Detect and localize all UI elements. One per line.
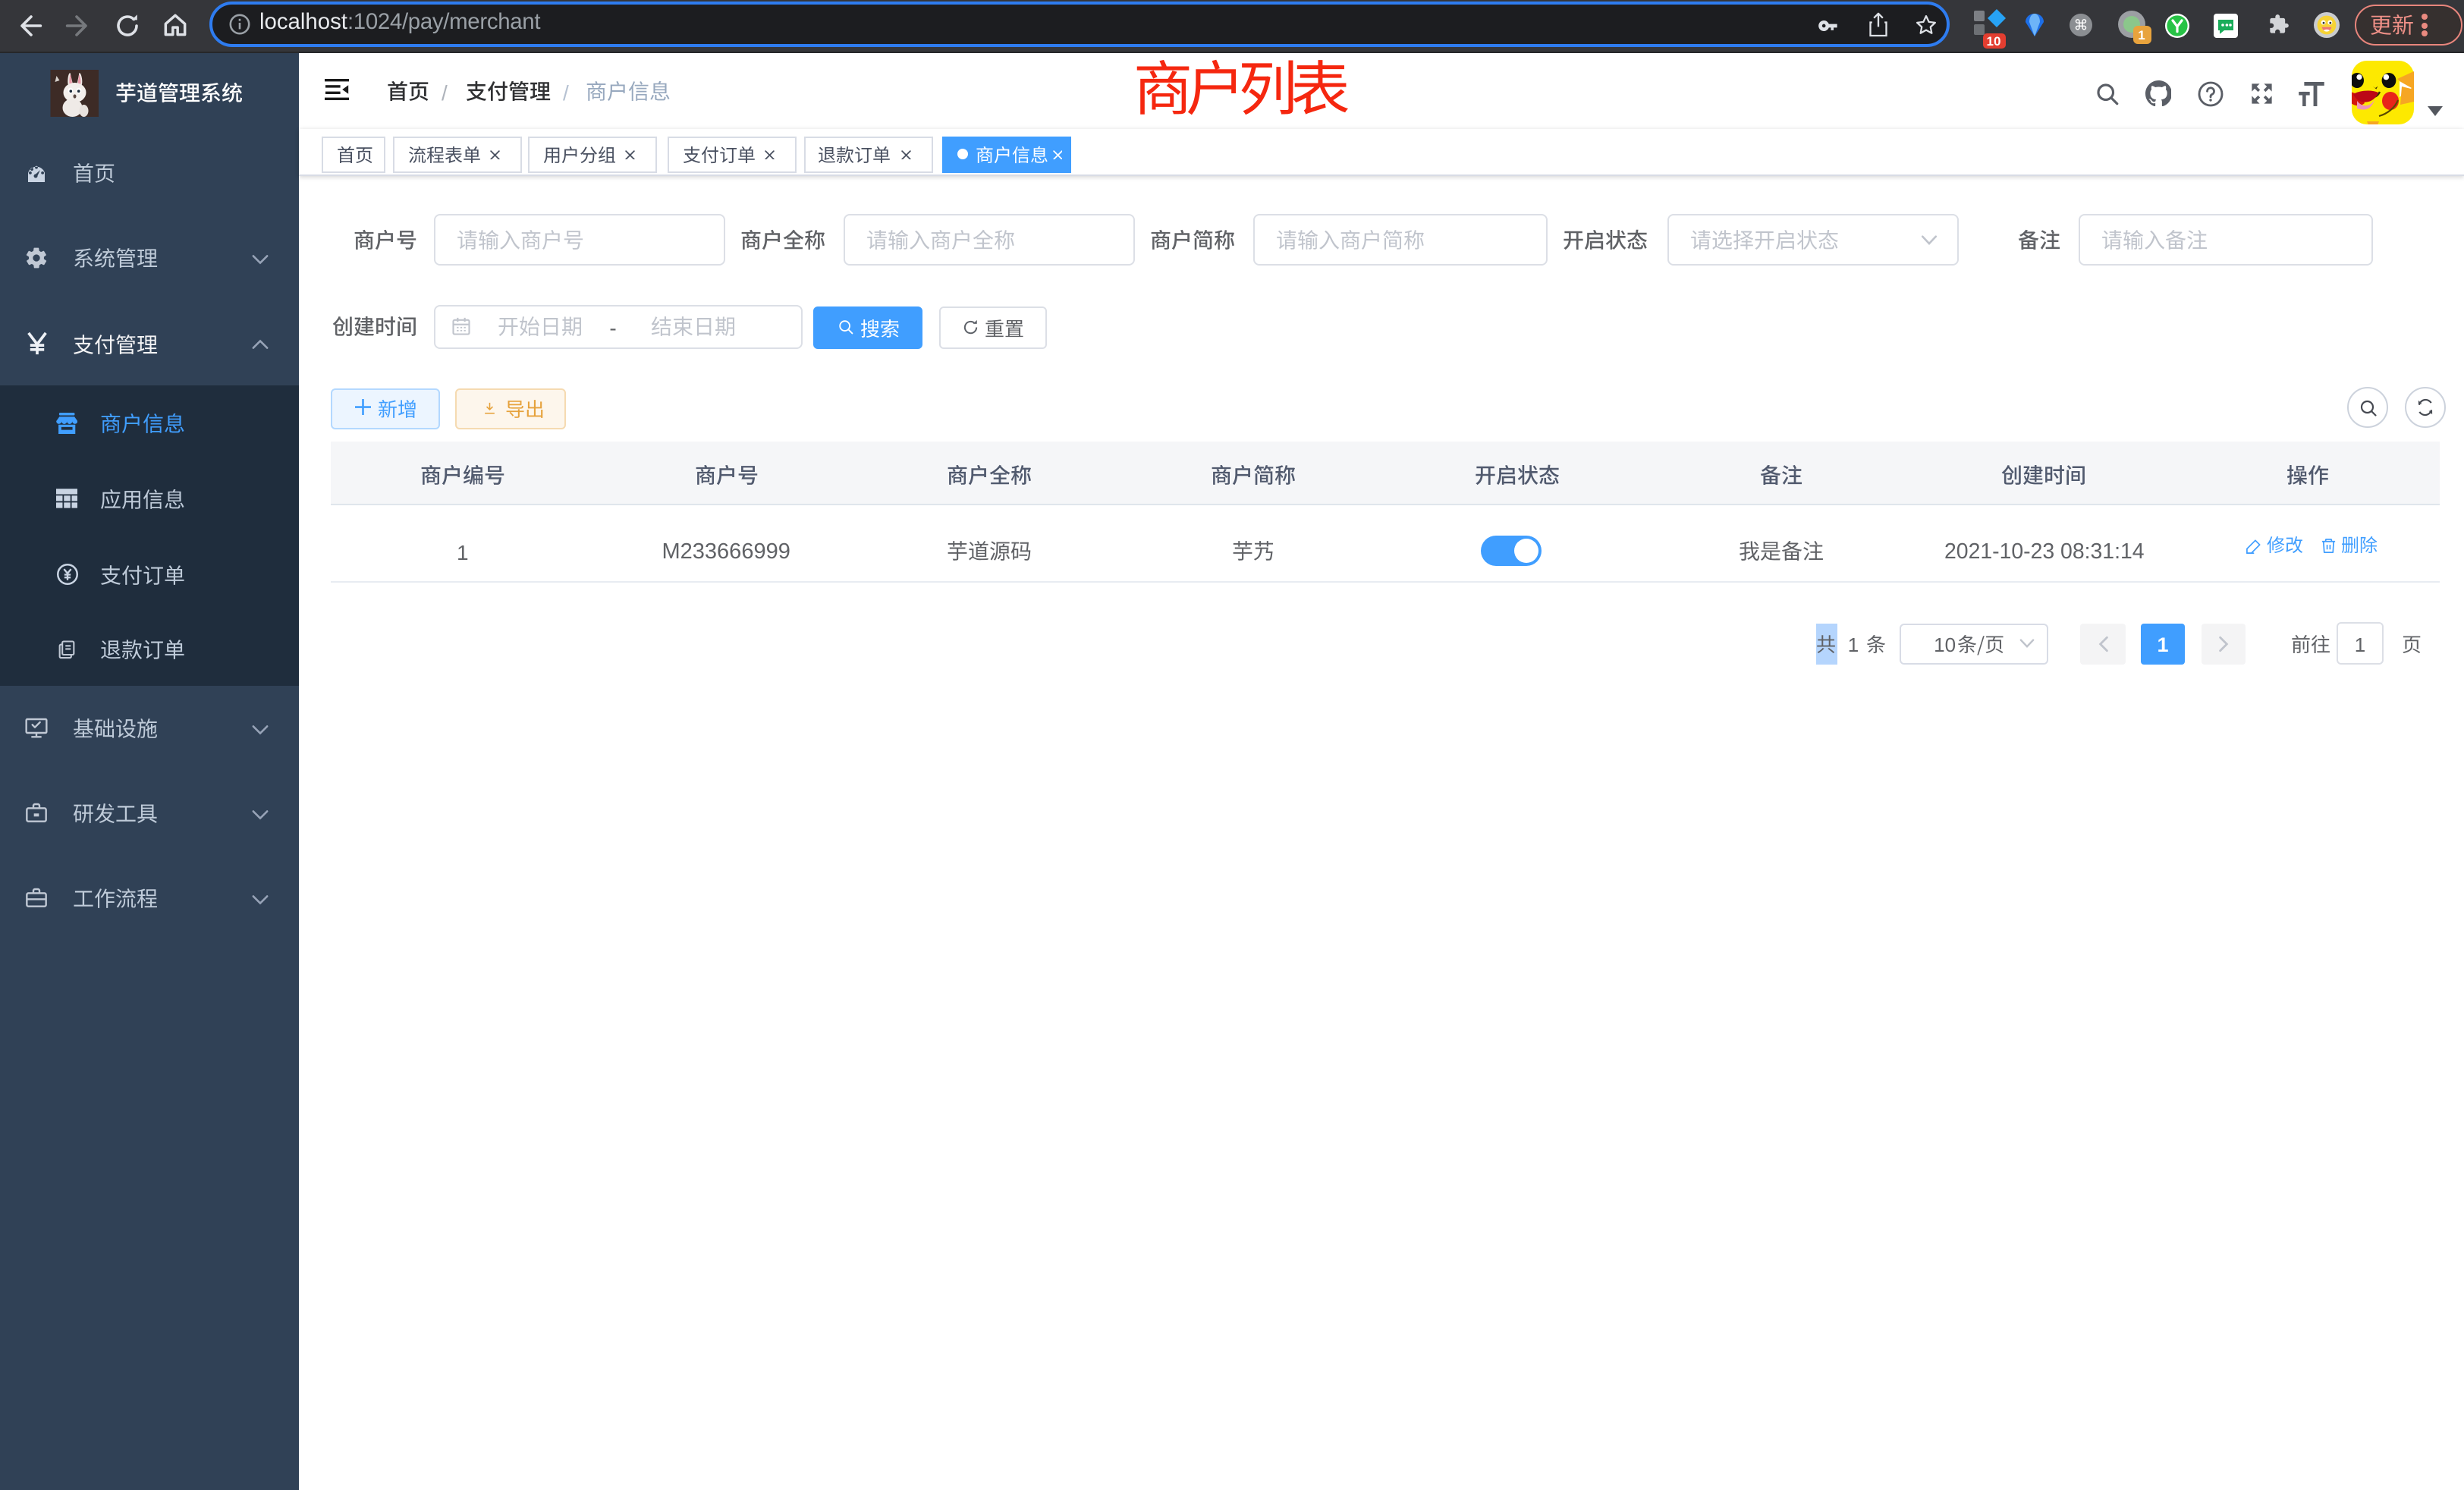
svg-text:⌘: ⌘ xyxy=(2074,18,2088,34)
